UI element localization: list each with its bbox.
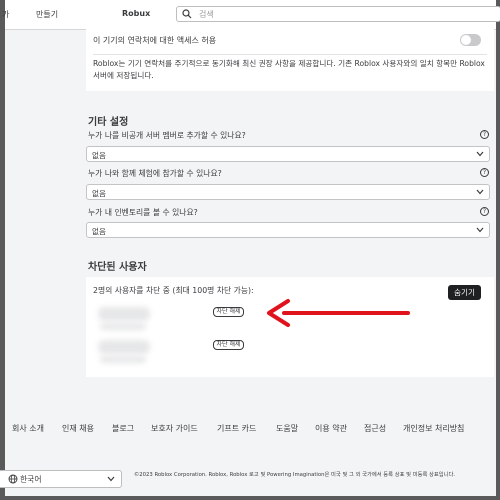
footer-link-help[interactable]: 도움말 bbox=[276, 423, 298, 434]
nav-item-partial[interactable]: 가 bbox=[2, 9, 9, 20]
blurred-avatar bbox=[98, 307, 150, 321]
help-icon[interactable]: ? bbox=[480, 130, 489, 139]
blurred-username bbox=[100, 323, 146, 330]
chevron-down-icon bbox=[476, 151, 484, 157]
search-icon bbox=[182, 9, 192, 19]
chevron-down-icon bbox=[107, 476, 115, 482]
footer-links: 회사 소개 인재 채용 블로그 보호자 가이드 기프트 카드 도움말 이용 약관… bbox=[0, 423, 500, 437]
chevron-down-icon bbox=[476, 189, 484, 195]
contact-access-description: Roblox는 기기 연락처를 주기적으로 동기화해 최신 권장 사항을 제공합… bbox=[93, 59, 485, 80]
blocked-users-summary: 2명의 사용자를 차단 중 (최대 100명 차단 가능): bbox=[93, 286, 254, 295]
window-frame-bottom bbox=[0, 496, 500, 500]
footer-link-privacy[interactable]: 개인정보 처리방침 bbox=[403, 423, 464, 434]
chevron-down-icon bbox=[476, 227, 484, 233]
red-arrow-annotation bbox=[267, 299, 410, 327]
footer-link-terms[interactable]: 이용 약관 bbox=[315, 423, 347, 434]
help-icon[interactable]: ? bbox=[480, 207, 489, 216]
question-private-server: 누가 나를 비공개 서버 멤버로 추가할 수 있나요? bbox=[88, 131, 246, 140]
top-navigation-bar: 가 만들기 Robux 검색 bbox=[2, 0, 500, 30]
unblock-button[interactable]: 차단 해제 bbox=[213, 307, 244, 317]
footer-link-accessibility[interactable]: 접근성 bbox=[364, 423, 386, 434]
select-value: 없음 bbox=[92, 151, 106, 160]
nav-item-create[interactable]: 만들기 bbox=[36, 9, 58, 20]
select-private-server[interactable]: 없음 bbox=[86, 146, 490, 162]
footer-link-parents-guide[interactable]: 보호자 가이드 bbox=[151, 423, 198, 434]
search-input[interactable]: 검색 bbox=[176, 6, 500, 22]
hide-button[interactable]: 숨기기 bbox=[448, 285, 481, 300]
search-placeholder: 검색 bbox=[199, 10, 214, 19]
help-icon[interactable]: ? bbox=[480, 168, 489, 177]
select-inventory[interactable]: 없음 bbox=[86, 222, 490, 238]
toggle-knob bbox=[461, 35, 471, 45]
contact-access-toggle[interactable] bbox=[460, 34, 481, 46]
blurred-username bbox=[100, 356, 146, 363]
select-value: 없음 bbox=[92, 227, 106, 236]
footer-link-gift-cards[interactable]: 기프트 카드 bbox=[217, 423, 256, 434]
language-label: 한국어 bbox=[20, 475, 42, 484]
contact-access-label: 이 기기의 연락처에 대한 액세스 허용 bbox=[93, 36, 217, 45]
nav-item-robux[interactable]: Robux bbox=[122, 9, 150, 18]
blocked-users-title: 차단된 사용자 bbox=[88, 262, 147, 273]
unblock-button[interactable]: 차단 해제 bbox=[213, 340, 244, 350]
footer-link-careers[interactable]: 인재 채용 bbox=[62, 423, 94, 434]
select-join-experience[interactable]: 없음 bbox=[86, 184, 490, 200]
globe-icon bbox=[8, 474, 18, 484]
select-value: 없음 bbox=[92, 189, 106, 198]
contact-access-card: 이 기기의 연락처에 대한 액세스 허용 Roblox는 기기 연락처를 주기적… bbox=[86, 27, 494, 91]
legal-notice: ©2023 Roblox Corporation. Roblox, Roblox… bbox=[134, 472, 456, 478]
footer-link-about[interactable]: 회사 소개 bbox=[12, 423, 44, 434]
language-select[interactable]: 한국어 bbox=[0, 470, 122, 488]
question-join-experience: 누가 나와 함께 체험에 참가할 수 있나요? bbox=[88, 169, 222, 178]
question-inventory: 누가 내 인벤토리를 볼 수 있나요? bbox=[88, 208, 198, 217]
divider bbox=[93, 54, 487, 55]
footer-link-blog[interactable]: 블로그 bbox=[112, 423, 134, 434]
blurred-avatar bbox=[98, 340, 150, 354]
other-settings-title: 기타 설정 bbox=[88, 117, 129, 128]
